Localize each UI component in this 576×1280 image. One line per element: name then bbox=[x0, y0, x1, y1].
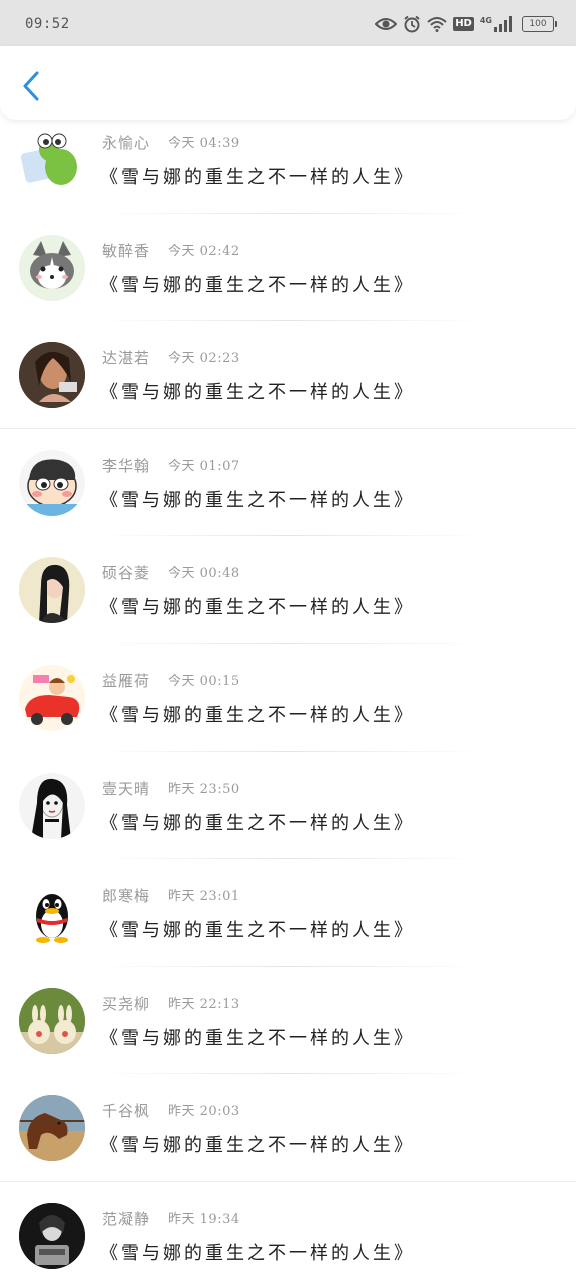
avatar bbox=[19, 664, 85, 731]
divider bbox=[0, 427, 576, 429]
divider bbox=[95, 642, 486, 644]
list-item[interactable]: 壹天晴 昨天 23:50 《雪与娜的重生之不一样的人生》 bbox=[0, 766, 576, 874]
timestamp: 昨天 19:34 bbox=[168, 1211, 240, 1227]
nav-bar bbox=[0, 46, 576, 120]
book-title: 《雪与娜的重生之不一样的人生》 bbox=[100, 597, 415, 619]
user-name: 敏醉香 bbox=[102, 241, 151, 260]
item-meta: 壹天晴 昨天 23:50 bbox=[102, 778, 240, 799]
timestamp: 昨天 22:13 bbox=[168, 996, 240, 1012]
divider bbox=[95, 965, 486, 967]
list-item[interactable]: 千谷枫 昨天 20:03 《雪与娜的重生之不一样的人生》 bbox=[0, 1088, 576, 1196]
divider bbox=[95, 1073, 486, 1075]
battery-level: 100 bbox=[529, 19, 547, 29]
timestamp: 今天 02:42 bbox=[168, 243, 240, 259]
book-title: 《雪与娜的重生之不一样的人生》 bbox=[100, 1135, 415, 1157]
timestamp: 今天 01:07 bbox=[168, 458, 240, 474]
user-name: 买尧柳 bbox=[102, 994, 151, 1013]
timestamp: 昨天 20:03 bbox=[168, 1104, 240, 1120]
avatar bbox=[19, 772, 85, 839]
wifi-icon bbox=[427, 17, 447, 32]
user-name: 郎寒梅 bbox=[102, 887, 151, 906]
chevron-left-icon bbox=[23, 71, 39, 101]
signal-icon bbox=[494, 16, 512, 32]
item-meta: 范凝静 昨天 19:34 bbox=[102, 1208, 240, 1229]
user-name: 达湛若 bbox=[102, 349, 151, 368]
network-type: 4G bbox=[479, 15, 492, 25]
book-title: 《雪与娜的重生之不一样的人生》 bbox=[100, 167, 415, 188]
avatar bbox=[19, 880, 85, 947]
avatar bbox=[19, 127, 85, 193]
list-item[interactable]: 益雁荷 今天 00:15 《雪与娜的重生之不一样的人生》 bbox=[0, 658, 576, 766]
user-name: 壹天晴 bbox=[102, 779, 151, 798]
book-title: 《雪与娜的重生之不一样的人生》 bbox=[100, 1242, 415, 1264]
avatar bbox=[19, 342, 85, 409]
book-title: 《雪与娜的重生之不一样的人生》 bbox=[100, 382, 415, 404]
book-title: 《雪与娜的重生之不一样的人生》 bbox=[100, 489, 415, 511]
user-name: 硕谷菱 bbox=[102, 564, 151, 583]
avatar bbox=[19, 1202, 85, 1269]
item-meta: 敏醉香 今天 02:42 bbox=[102, 240, 240, 261]
item-meta: 硕谷菱 今天 00:48 bbox=[102, 562, 240, 583]
status-time: 09:52 bbox=[25, 16, 70, 32]
comment-list: 永愉心 今天 04:39 《雪与娜的重生之不一样的人生》 敏醉香 今天 02:4… bbox=[0, 120, 576, 1280]
user-name: 益雁荷 bbox=[102, 671, 151, 690]
battery-icon: 100 bbox=[522, 16, 557, 32]
hd-badge: HD bbox=[453, 17, 474, 31]
user-name: 李华翰 bbox=[102, 456, 151, 475]
list-item[interactable]: 硕谷菱 今天 00:48 《雪与娜的重生之不一样的人生》 bbox=[0, 550, 576, 658]
divider bbox=[95, 212, 486, 214]
alarm-icon bbox=[404, 15, 420, 33]
user-name: 永愉心 bbox=[102, 134, 151, 152]
list-item[interactable]: 敏醉香 今天 02:42 《雪与娜的重生之不一样的人生》 bbox=[0, 228, 576, 336]
back-button[interactable] bbox=[14, 66, 48, 106]
list-item[interactable]: 达湛若 今天 02:23 《雪与娜的重生之不一样的人生》 bbox=[0, 335, 576, 443]
user-name: 范凝静 bbox=[102, 1209, 151, 1228]
timestamp: 昨天 23:01 bbox=[168, 889, 240, 905]
avatar bbox=[19, 234, 85, 301]
timestamp: 今天 04:39 bbox=[168, 136, 240, 151]
book-title: 《雪与娜的重生之不一样的人生》 bbox=[100, 920, 415, 942]
item-meta: 益雁荷 今天 00:15 bbox=[102, 670, 240, 691]
book-title: 《雪与娜的重生之不一样的人生》 bbox=[100, 812, 415, 834]
divider bbox=[95, 858, 486, 860]
eye-icon bbox=[375, 18, 398, 30]
list-item[interactable]: 永愉心 今天 04:39 《雪与娜的重生之不一样的人生》 bbox=[0, 120, 576, 228]
book-title: 《雪与娜的重生之不一样的人生》 bbox=[100, 274, 415, 296]
list-item[interactable]: 买尧柳 昨天 22:13 《雪与娜的重生之不一样的人生》 bbox=[0, 981, 576, 1089]
item-meta: 达湛若 今天 02:23 bbox=[102, 347, 240, 368]
item-meta: 永愉心 今天 04:39 bbox=[102, 132, 240, 153]
timestamp: 昨天 23:50 bbox=[168, 781, 240, 797]
divider bbox=[95, 535, 486, 537]
item-meta: 买尧柳 昨天 22:13 bbox=[102, 993, 240, 1014]
status-bar: 09:52 HD 4G 100 bbox=[0, 0, 576, 48]
list-item[interactable]: 李华翰 今天 01:07 《雪与娜的重生之不一样的人生》 bbox=[0, 443, 576, 551]
avatar bbox=[19, 987, 85, 1054]
list-item[interactable]: 郎寒梅 昨天 23:01 《雪与娜的重生之不一样的人生》 bbox=[0, 873, 576, 981]
item-meta: 郎寒梅 昨天 23:01 bbox=[102, 885, 240, 906]
divider bbox=[0, 1180, 576, 1182]
timestamp: 今天 00:48 bbox=[168, 566, 240, 582]
user-name: 千谷枫 bbox=[102, 1102, 151, 1121]
avatar bbox=[19, 1095, 85, 1162]
book-title: 《雪与娜的重生之不一样的人生》 bbox=[100, 1027, 415, 1049]
book-title: 《雪与娜的重生之不一样的人生》 bbox=[100, 704, 415, 726]
timestamp: 今天 00:15 bbox=[168, 673, 240, 689]
item-meta: 李华翰 今天 01:07 bbox=[102, 455, 240, 476]
avatar bbox=[19, 557, 85, 624]
divider bbox=[95, 750, 486, 752]
avatar bbox=[19, 449, 85, 516]
list-item[interactable]: 范凝静 昨天 19:34 《雪与娜的重生之不一样的人生》 bbox=[0, 1196, 576, 1280]
item-meta: 千谷枫 昨天 20:03 bbox=[102, 1100, 240, 1121]
timestamp: 今天 02:23 bbox=[168, 351, 240, 367]
divider bbox=[95, 320, 486, 322]
status-icons: HD 4G 100 bbox=[375, 15, 557, 33]
